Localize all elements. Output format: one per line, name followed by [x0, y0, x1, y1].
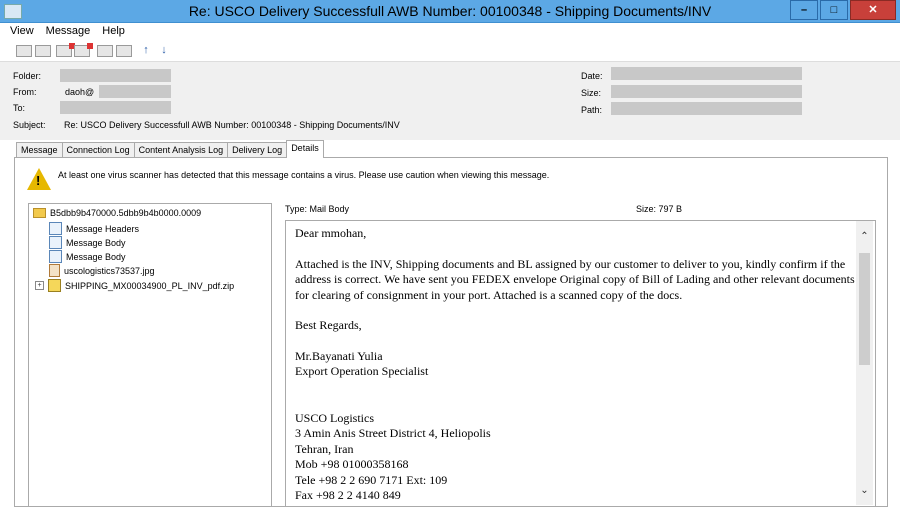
menu-view[interactable]: View [0, 23, 40, 37]
delete-all-icon[interactable] [74, 43, 93, 57]
delete-icon[interactable] [56, 43, 75, 57]
envelope-icon [33, 208, 46, 218]
tab-connection-log[interactable]: Connection Log [61, 142, 135, 158]
tab-details[interactable]: Details [286, 140, 324, 158]
subject-label: Subject: [13, 120, 46, 130]
tab-delivery-log[interactable]: Delivery Log [227, 142, 288, 158]
tree-item-message-body[interactable]: Message Body [49, 236, 126, 249]
tree-item-zip[interactable]: + SHIPPING_MX00034900_PL_INV_pdf.zip [35, 279, 234, 292]
close-button[interactable]: ✕ [850, 0, 896, 20]
body-address-2: Tehran, Iran [295, 441, 354, 456]
vertical-scrollbar[interactable]: ⌃ ⌄ [856, 221, 873, 505]
folder-value [60, 69, 171, 82]
to-value [60, 101, 171, 114]
tree-item-label: uscologistics73537.jpg [64, 265, 155, 276]
tree-item-label: Message Body [66, 251, 126, 262]
to-label: To: [13, 103, 26, 113]
expand-icon[interactable]: + [35, 281, 44, 290]
body-regards: Best Regards, [295, 318, 362, 332]
document-icon [49, 250, 62, 263]
from-redacted [99, 85, 171, 98]
tab-content-analysis-log[interactable]: Content Analysis Log [133, 142, 229, 158]
tree-root-label: B5dbb9b470000.5dbb9b4b0000.0009 [50, 208, 202, 218]
tree-item-message-body-2[interactable]: Message Body [49, 250, 126, 263]
chevron-down-icon[interactable]: ⌄ [856, 483, 873, 499]
date-value [611, 67, 802, 80]
message-tree: B5dbb9b470000.5dbb9b4b0000.0009 Message … [28, 203, 272, 507]
chevron-up-icon[interactable]: ⌃ [856, 229, 873, 245]
arrow-down-icon[interactable]: ↓ [156, 43, 172, 57]
document-icon [49, 236, 62, 249]
type-field: Type: Mail Body [285, 204, 350, 214]
image-file-icon [49, 264, 60, 277]
tree-item-label: Message Headers [66, 223, 140, 234]
tree-item-message-headers[interactable]: Message Headers [49, 222, 139, 235]
path-label: Path: [581, 105, 603, 115]
maximize-button[interactable]: □ [820, 0, 848, 20]
folder-label: Folder: [13, 71, 42, 81]
body-company: USCO Logistics [295, 410, 375, 425]
warning-icon [27, 168, 51, 190]
size-label: Size: [581, 88, 602, 98]
tab-strip: Message Connection Log Content Analysis … [16, 140, 324, 158]
from-value: daoh@ [65, 87, 95, 97]
arrow-up-icon[interactable]: ↑ [138, 43, 154, 57]
message-header: Folder: From: daoh@ To: Subject: Re: USC… [0, 62, 900, 140]
tree-item-jpg[interactable]: uscologistics73537.jpg [49, 264, 155, 277]
size-value [611, 85, 802, 98]
envelope-icon[interactable] [16, 45, 32, 57]
toolbar: ↑ ↓ [0, 40, 900, 62]
body-mobile: Mob +98 01000358168 [295, 457, 409, 471]
virus-warning: At least one virus scanner has detected … [58, 170, 550, 180]
scrollbar-thumb[interactable] [859, 253, 870, 365]
forward-attachment-icon[interactable] [116, 45, 132, 57]
minimize-button[interactable]: – [790, 0, 818, 20]
body-telephone: Tele +98 2 2 690 7171 Ext: 109 [295, 472, 448, 487]
menu-message[interactable]: Message [40, 23, 97, 37]
zip-file-icon [48, 279, 61, 292]
tree-item-label: SHIPPING_MX00034900_PL_INV_pdf.zip [65, 280, 235, 291]
title-bar: Re: USCO Delivery Successfull AWB Number… [0, 0, 900, 23]
subject-value: Re: USCO Delivery Successfull AWB Number… [64, 120, 400, 130]
body-name: Mr.Bayanati Yulia [295, 348, 383, 363]
date-label: Date: [581, 71, 603, 81]
window-title: Re: USCO Delivery Successfull AWB Number… [188, 3, 712, 19]
body-greeting: Dear mmohan, [295, 226, 367, 240]
mail-body-viewer[interactable]: Dear mmohan, Attached is the INV, Shippi… [285, 220, 876, 507]
body-address-1: 3 Amin Anis Street District 4, Heliopoli… [295, 426, 491, 440]
forward-icon[interactable] [97, 45, 113, 57]
body-fax: Fax +98 2 2 4140 849 [295, 488, 401, 502]
size-field: Size: 797 B [636, 204, 683, 214]
menu-bar: View Message Help [0, 23, 900, 40]
body-paragraph: Attached is the INV, Shipping documents … [295, 256, 855, 302]
menu-help[interactable]: Help [96, 23, 131, 37]
document-icon [49, 222, 62, 235]
tree-item-label: Message Body [66, 237, 126, 248]
from-label: From: [13, 87, 37, 97]
tab-message[interactable]: Message [16, 142, 63, 158]
reply-icon[interactable] [35, 45, 51, 57]
tree-root[interactable]: B5dbb9b470000.5dbb9b4b0000.0009 [33, 208, 201, 218]
body-role: Export Operation Specialist [295, 364, 429, 378]
path-value [611, 102, 802, 115]
